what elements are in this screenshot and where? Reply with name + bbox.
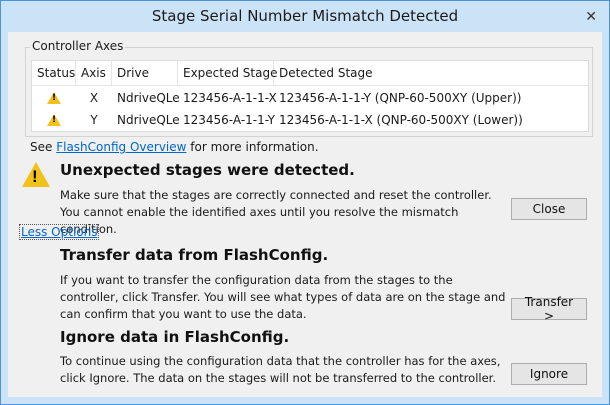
table-row[interactable]: X NdriveQLe 123456-A-1-1-X 123456-A-1-1-… <box>32 87 588 109</box>
ignore-button[interactable]: Ignore <box>511 363 587 385</box>
transfer-heading: Transfer data from FlashConfig. <box>60 246 329 264</box>
unexpected-text: Make sure that the stages are correctly … <box>60 188 492 236</box>
dialog-body: Controller Axes Status Axis Drive Expect… <box>8 32 602 397</box>
expected-stage-cell: 123456-A-1-1-X <box>183 91 277 105</box>
transfer-text: If you want to transfer the configuratio… <box>60 273 506 321</box>
close-button[interactable]: Close <box>511 198 587 220</box>
see-more-info: See FlashConfig Overview for more inform… <box>30 140 319 154</box>
close-icon[interactable]: ✕ <box>585 9 597 25</box>
warning-icon <box>47 114 61 126</box>
axis-cell: X <box>89 91 99 105</box>
less-options-link[interactable]: Less Options <box>19 224 100 240</box>
ignore-heading: Ignore data in FlashConfig. <box>60 328 290 346</box>
detected-stage-cell: 123456-A-1-1-Y (QNP-60-500XY (Upper)) <box>279 91 522 105</box>
column-header-axis[interactable]: Axis <box>76 61 112 85</box>
window-title: Stage Serial Number Mismatch Detected <box>151 7 459 25</box>
column-header-drive[interactable]: Drive <box>112 61 178 85</box>
column-header-status[interactable]: Status <box>32 61 76 85</box>
dialog-window: Stage Serial Number Mismatch Detected ✕ … <box>0 0 610 405</box>
drive-cell: NdriveQLe <box>117 91 180 105</box>
axis-cell: Y <box>90 113 98 127</box>
transfer-button[interactable]: Transfer > <box>511 295 587 323</box>
warning-icon: ! <box>22 162 50 187</box>
column-header-detected-stage[interactable]: Detected Stage <box>274 61 588 85</box>
flashconfig-overview-link[interactable]: FlashConfig Overview <box>56 140 186 154</box>
drive-cell: NdriveQLe <box>117 113 180 127</box>
unexpected-heading: Unexpected stages were detected. <box>60 161 355 179</box>
column-header-expected-stage[interactable]: Expected Stage <box>178 61 277 85</box>
detected-stage-cell: 123456-A-1-1-X (QNP-60-500XY (Lower)) <box>279 113 523 127</box>
ignore-text: To continue using the configuration data… <box>60 354 501 385</box>
axes-table: Status Axis Drive Expected Stage Detecte… <box>31 60 589 132</box>
table-row[interactable]: Y NdriveQLe 123456-A-1-1-Y 123456-A-1-1-… <box>32 109 588 131</box>
warning-icon <box>47 92 61 104</box>
controller-axes-group: Controller Axes Status Axis Drive Expect… <box>25 39 593 137</box>
title-bar[interactable]: Stage Serial Number Mismatch Detected ✕ <box>1 1 609 32</box>
table-header: Status Axis Drive Expected Stage Detecte… <box>32 61 588 86</box>
group-label: Controller Axes <box>30 39 126 53</box>
expected-stage-cell: 123456-A-1-1-Y <box>183 113 275 127</box>
